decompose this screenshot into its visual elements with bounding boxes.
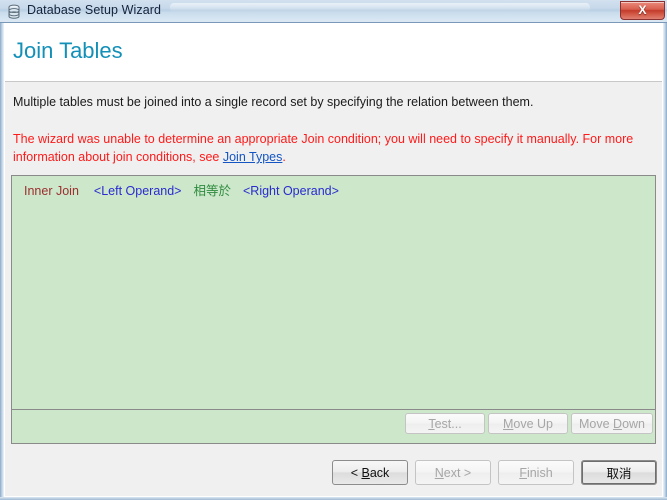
finish-button-label: Finish	[519, 465, 553, 480]
finish-button[interactable]: Finish	[498, 460, 574, 485]
join-condition-row[interactable]: Inner Join <Left Operand> 相等於 <Right Operan…	[12, 176, 655, 198]
join-types-link[interactable]: Join Types	[223, 150, 283, 164]
join-panel-actions: Test... Move Up Move Down	[405, 413, 653, 440]
warning-text-part1: The wizard was unable to determine an ap…	[13, 132, 634, 164]
back-button-label: < Back	[350, 465, 390, 480]
dialog-body: Multiple tables must be joined into a si…	[0, 82, 667, 500]
close-button[interactable]: X	[620, 1, 665, 20]
move-down-button-label: Move Down	[578, 416, 645, 431]
join-conditions-list[interactable]: Inner Join <Left Operand> 相等於 <Right Operan…	[12, 176, 655, 410]
warning-text-part2: .	[282, 150, 286, 164]
navigation-bar: < Back Next > Finish 取消	[0, 452, 667, 500]
window-title: Database Setup Wizard	[27, 3, 162, 17]
next-button-label: Next >	[434, 465, 472, 480]
test-button[interactable]: Test...	[405, 413, 485, 434]
warning-message: The wizard was unable to determine an ap…	[13, 130, 659, 166]
window-right-border	[663, 23, 667, 500]
join-operator-label[interactable]: 相等於	[193, 184, 231, 198]
title-bar[interactable]: Database Setup Wizard X	[0, 0, 667, 23]
right-operand-label[interactable]: <Right Operand>	[243, 184, 339, 198]
test-button-label: Test...	[428, 416, 462, 431]
move-up-button-label: Move Up	[502, 416, 554, 431]
join-conditions-panel[interactable]: Inner Join <Left Operand> 相等於 <Right Operan…	[11, 175, 656, 444]
move-up-button[interactable]: Move Up	[488, 413, 568, 434]
close-icon: X	[638, 3, 647, 17]
database-setup-wizard-dialog: Database Setup Wizard X Join Tables Mult…	[0, 0, 667, 500]
join-type-label[interactable]: Inner Join	[24, 184, 79, 198]
move-down-button[interactable]: Move Down	[571, 413, 653, 434]
panel-divider	[12, 409, 655, 410]
header-band: Join Tables	[0, 23, 667, 82]
back-button[interactable]: < Back	[332, 460, 408, 485]
next-button[interactable]: Next >	[415, 460, 491, 485]
page-title: Join Tables	[13, 38, 123, 63]
left-operand-label[interactable]: <Left Operand>	[94, 184, 182, 198]
cancel-button-label: 取消	[606, 467, 632, 481]
navigation-buttons: < Back Next > Finish 取消	[332, 460, 657, 485]
window-left-border	[0, 23, 4, 500]
database-icon	[6, 4, 22, 20]
cancel-button[interactable]: 取消	[581, 460, 657, 485]
intro-text: Multiple tables must be joined into a si…	[13, 95, 534, 109]
